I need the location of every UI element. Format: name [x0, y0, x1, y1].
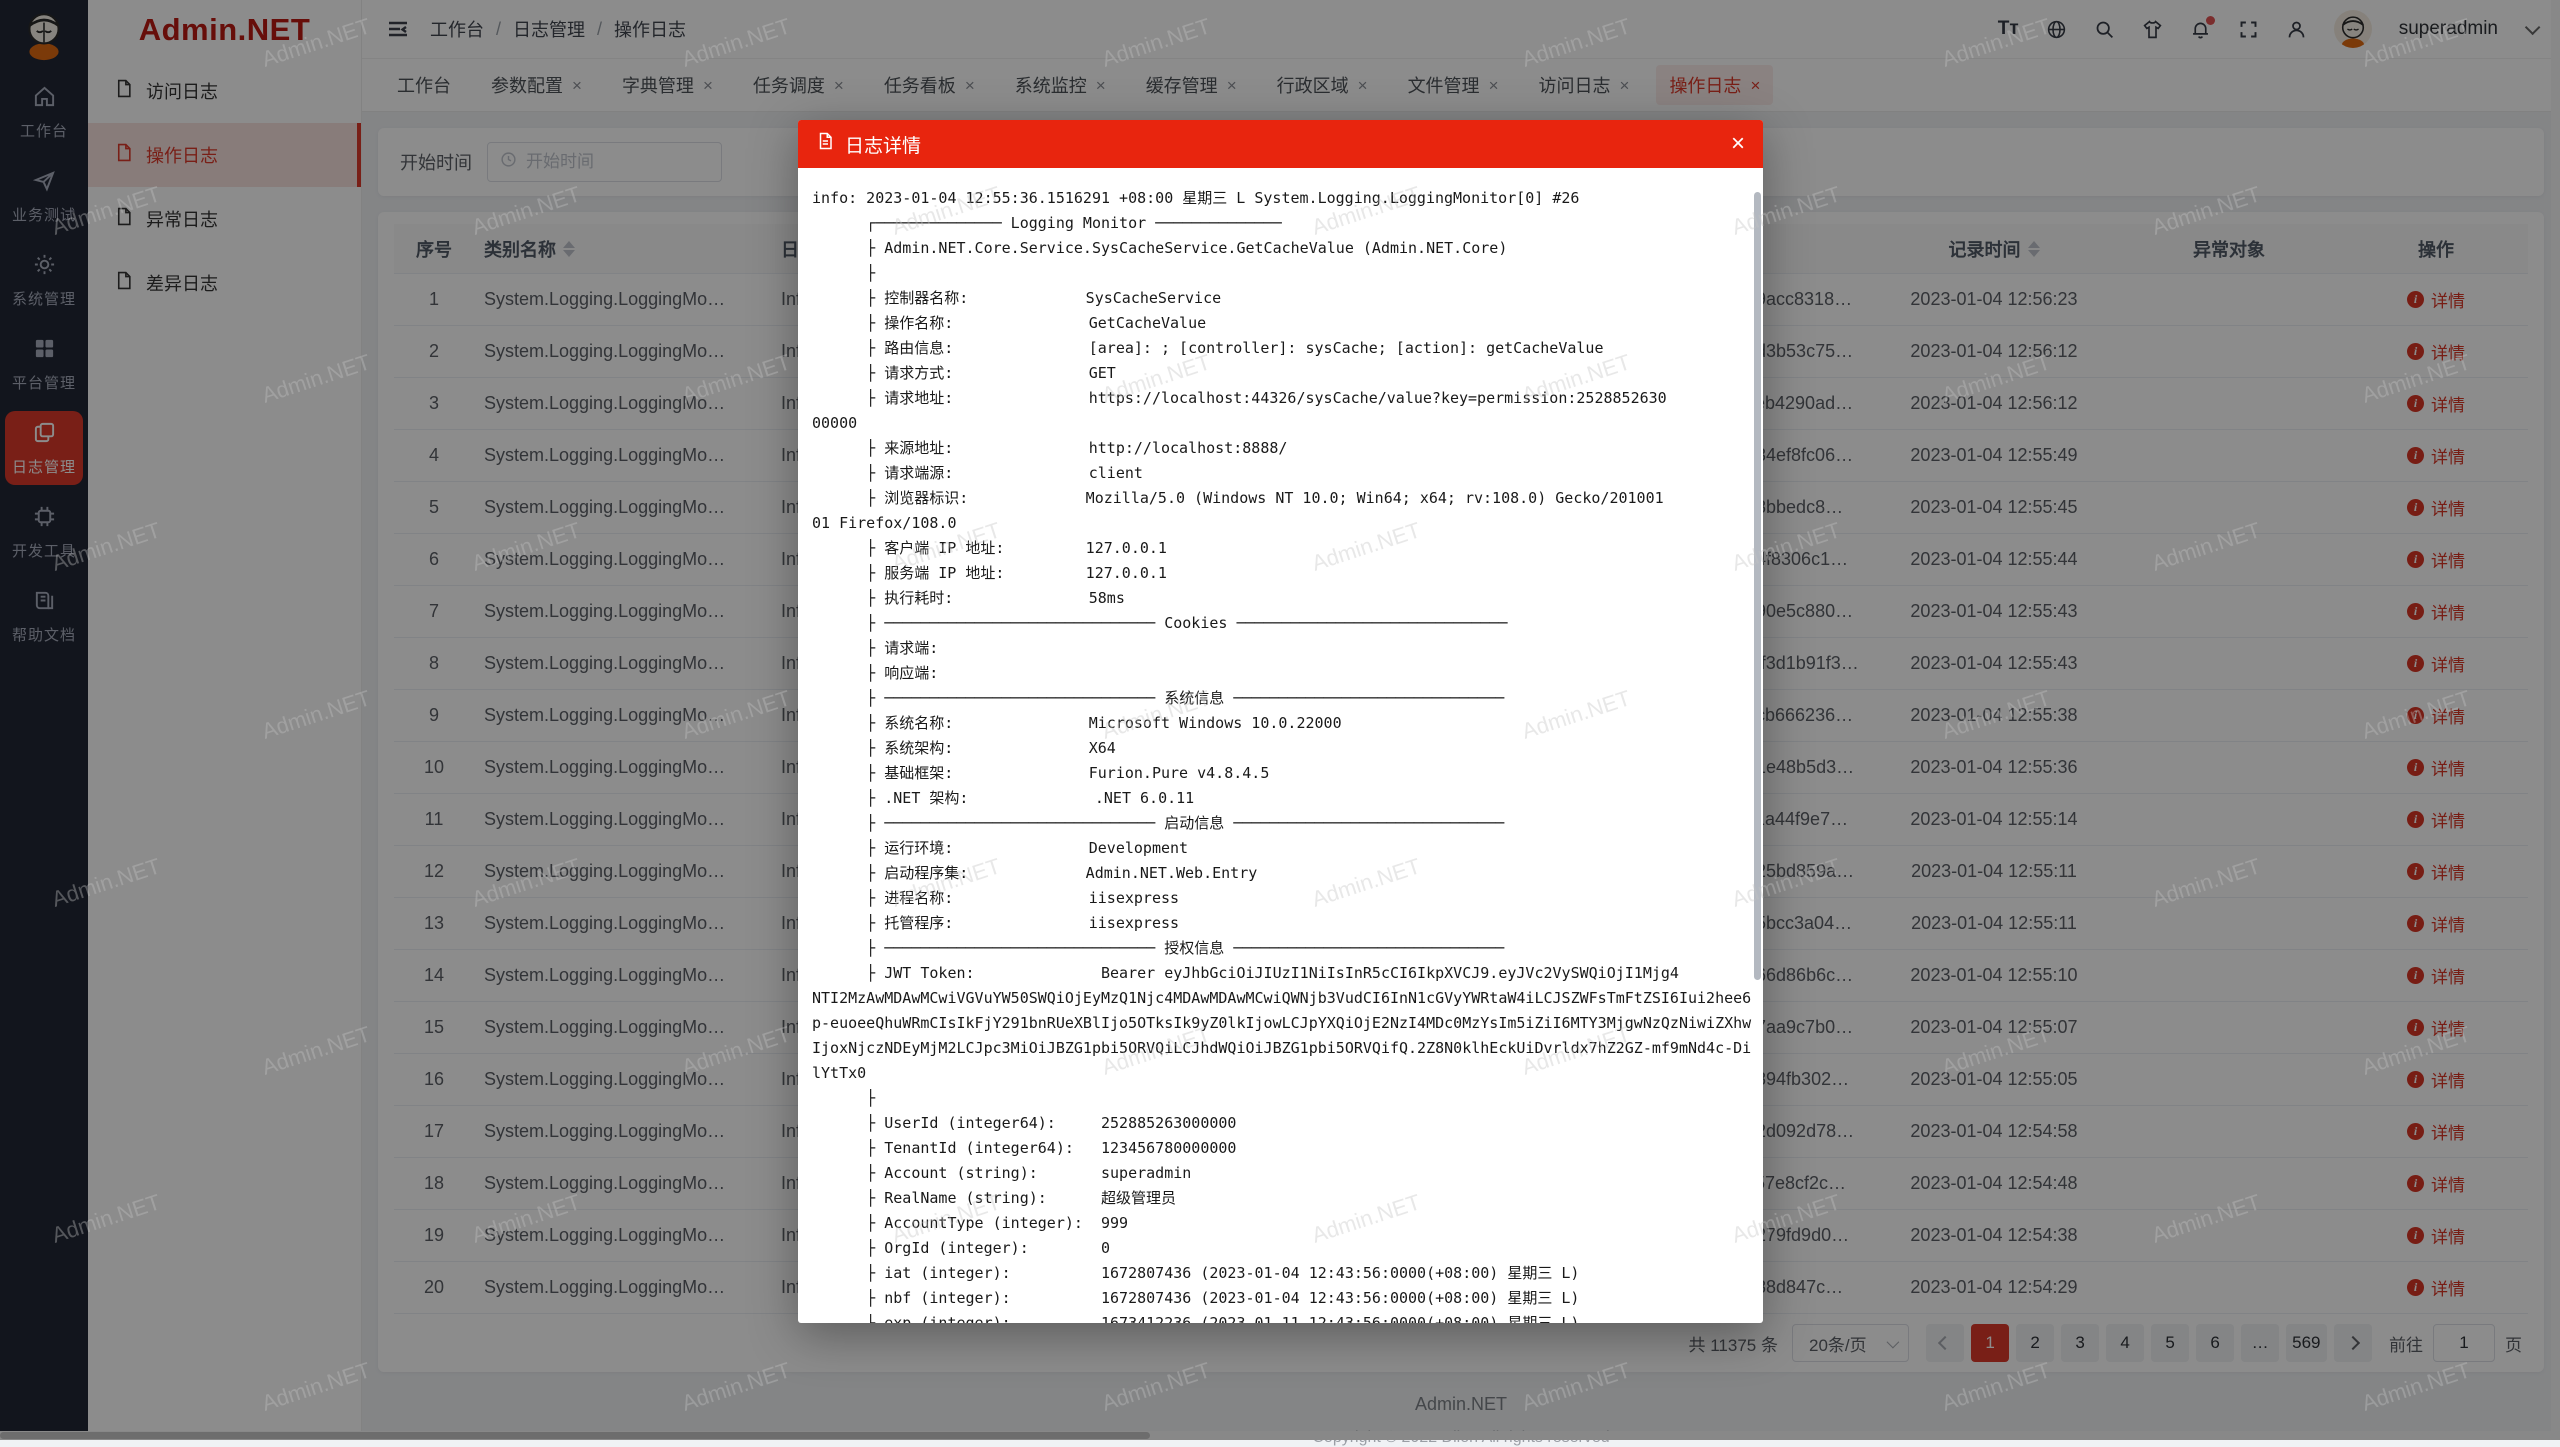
log-text: info: 2023-01-04 12:55:36.1516291 +08:00… — [812, 186, 1757, 1323]
modal-body: info: 2023-01-04 12:55:36.1516291 +08:00… — [798, 168, 1763, 1323]
log-detail-modal: 日志详情 info: 2023-01-04 12:55:36.1516291 +… — [798, 120, 1763, 1323]
document-icon — [816, 132, 834, 156]
modal-header: 日志详情 — [798, 120, 1763, 168]
close-icon[interactable] — [1731, 132, 1745, 156]
modal-scrollbar-thumb[interactable] — [1754, 192, 1761, 980]
modal-title: 日志详情 — [845, 131, 921, 158]
